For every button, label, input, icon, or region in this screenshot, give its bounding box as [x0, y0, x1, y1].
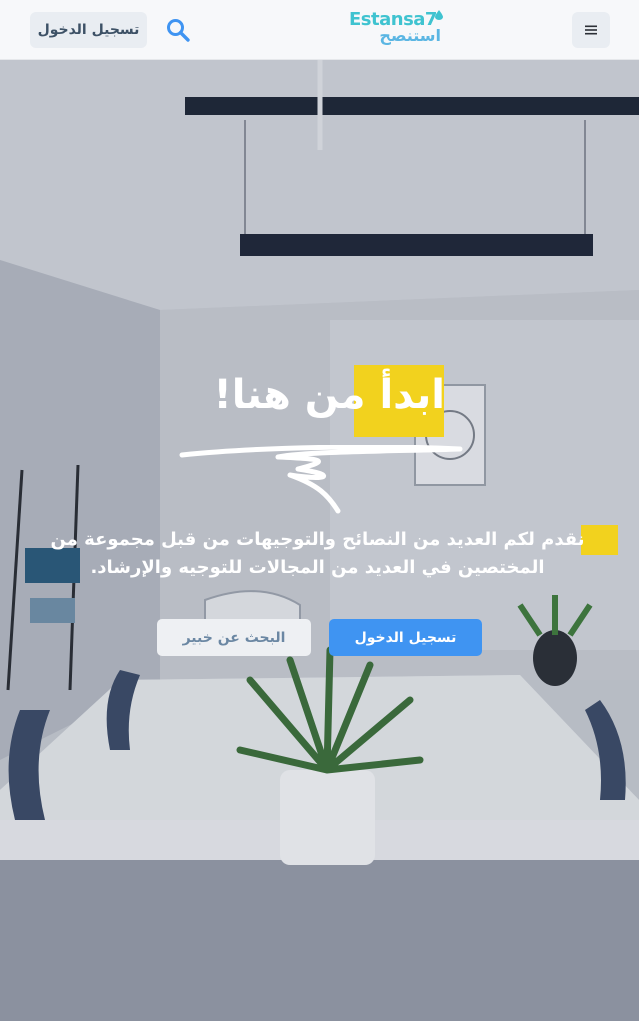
hero-login-button[interactable]: تسجيل الدخول: [329, 619, 482, 656]
search-icon[interactable]: [165, 17, 191, 43]
hero-title-text: ابدأ من هنا!: [213, 372, 445, 418]
site-logo[interactable]: Estansa7 استنصح: [347, 9, 443, 51]
hamburger-menu-icon: [585, 25, 597, 35]
logo-text-ar: استنصح: [379, 26, 441, 45]
top-navbar: تسجيل الدخول Estansa7 استنصح: [0, 0, 639, 60]
header-login-button[interactable]: تسجيل الدخول: [30, 12, 147, 48]
hero-description: نقدم لكم العديد من النصائح والتوجيهات من…: [50, 529, 585, 578]
find-expert-button[interactable]: البحث عن خبير: [157, 619, 311, 656]
hero-section: ابدأ من هنا! نقدم لكم العديد من النصائح …: [0, 60, 639, 1021]
logo-drop-icon: [435, 10, 443, 20]
menu-button[interactable]: [572, 12, 610, 48]
hero-title: ابدأ من هنا!: [0, 365, 639, 438]
squiggle-underline: [179, 445, 463, 514]
